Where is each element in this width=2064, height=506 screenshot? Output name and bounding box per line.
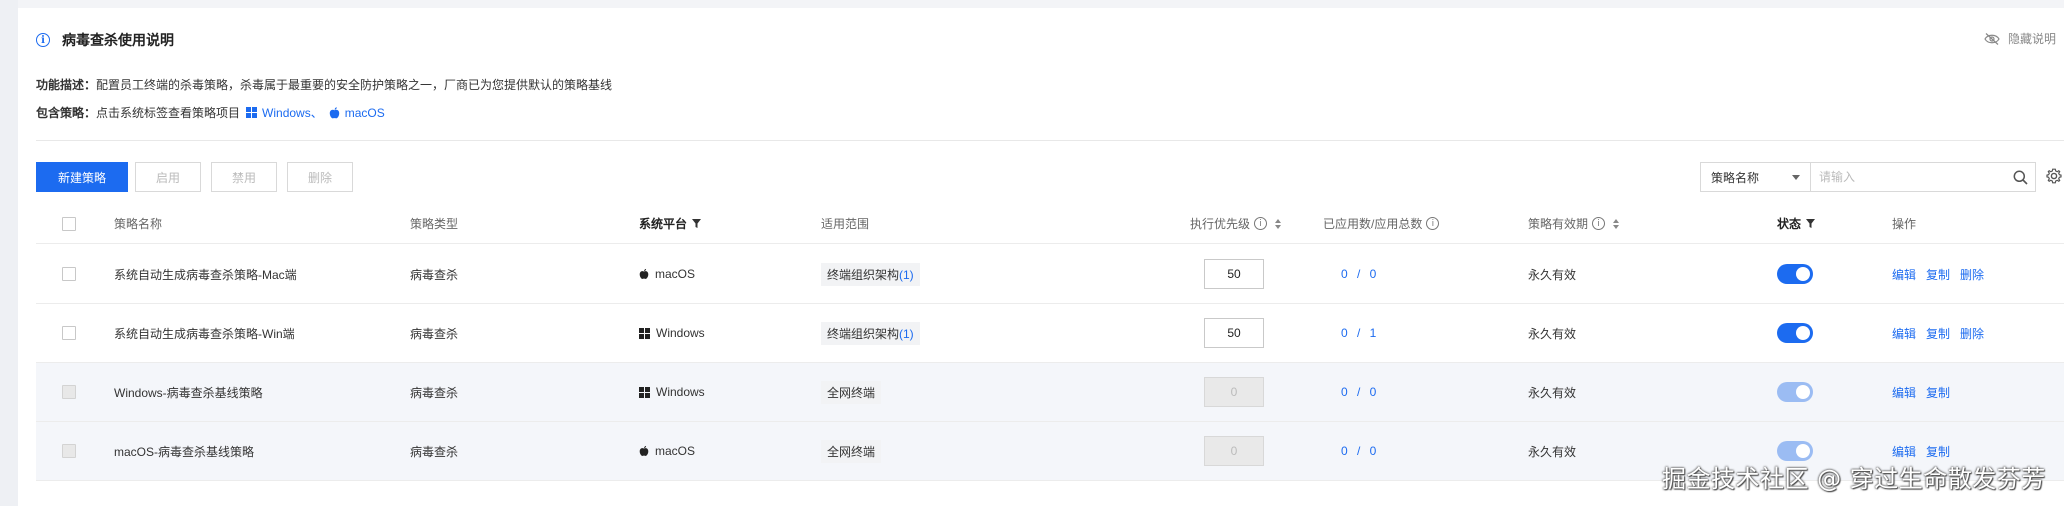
platform: Windows bbox=[639, 304, 705, 362]
search-box: 策略名称 bbox=[1700, 162, 2036, 192]
feature-description: 功能描述：配置员工终端的杀毒策略，杀毒属于最重要的安全防护策略之一，厂商已为您提… bbox=[36, 78, 613, 92]
status-toggle bbox=[1777, 382, 1813, 402]
table-row: 系统自动生成病毒查杀策略-Win端 病毒查杀 Windows 终端组织架构(1)… bbox=[36, 304, 2064, 363]
col-name: 策略名称 bbox=[114, 217, 163, 231]
validity: 永久有效 bbox=[1528, 444, 1577, 459]
eye-off-icon bbox=[1984, 32, 2000, 45]
col-priority[interactable]: 执行优先级 i bbox=[1190, 204, 1282, 243]
apple-icon bbox=[639, 268, 649, 279]
main-panel: i 病毒查杀使用说明 隐藏说明 功能描述：配置员工终端的杀毒策略，杀毒属于最重要… bbox=[18, 8, 2064, 506]
platform: macOS bbox=[639, 245, 695, 303]
instructions-header: i 病毒查杀使用说明 bbox=[36, 30, 174, 50]
edit-link[interactable]: 编辑 bbox=[1892, 443, 1916, 460]
col-validity[interactable]: 策略有效期 i bbox=[1528, 204, 1620, 243]
row-checkbox[interactable] bbox=[62, 267, 76, 281]
table-header: 策略名称 策略类型 系统平台 适用范围 执行优先级 i 已应用数/应用总数 i … bbox=[36, 204, 2064, 244]
copy-link[interactable]: 复制 bbox=[1926, 384, 1950, 401]
disable-button[interactable]: 禁用 bbox=[211, 162, 277, 192]
table-row: 系统自动生成病毒查杀策略-Mac端 病毒查杀 macOS 终端组织架构(1) 5… bbox=[36, 245, 2064, 304]
info-icon: i bbox=[36, 33, 50, 47]
row-checkbox bbox=[62, 385, 76, 399]
status-toggle[interactable] bbox=[1777, 264, 1813, 284]
priority-input: 0 bbox=[1204, 377, 1264, 407]
policy-name: 系统自动生成病毒查杀策略-Win端 bbox=[114, 326, 295, 341]
applied-count[interactable]: 0 / 0 bbox=[1341, 363, 1376, 421]
hide-instructions-label: 隐藏说明 bbox=[2007, 32, 2056, 46]
hide-instructions-button[interactable]: 隐藏说明 bbox=[1984, 30, 2056, 47]
applied-count[interactable]: 0 / 0 bbox=[1341, 245, 1376, 303]
scope-tag[interactable]: 终端组织架构(1) bbox=[821, 321, 920, 345]
scope-tag: 全网终端 bbox=[821, 380, 882, 404]
help-icon[interactable]: i bbox=[1254, 217, 1268, 230]
policy-name: Windows-病毒查杀基线策略 bbox=[114, 385, 263, 400]
windows-icon bbox=[639, 327, 650, 339]
edit-link[interactable]: 编辑 bbox=[1892, 325, 1916, 342]
windows-link[interactable]: Windows、 bbox=[240, 104, 323, 121]
left-strip bbox=[0, 0, 18, 506]
apple-icon bbox=[329, 106, 339, 118]
delete-link[interactable]: 删除 bbox=[1960, 325, 1984, 342]
help-icon[interactable]: i bbox=[1426, 217, 1440, 230]
priority-input[interactable]: 50 bbox=[1204, 259, 1264, 289]
edit-link[interactable]: 编辑 bbox=[1892, 384, 1916, 401]
col-type: 策略类型 bbox=[410, 217, 459, 231]
windows-icon bbox=[639, 386, 650, 398]
row-checkbox[interactable] bbox=[62, 326, 76, 340]
sort-icon[interactable] bbox=[1613, 218, 1620, 229]
policy-name: macOS-病毒查杀基线策略 bbox=[114, 444, 255, 459]
policy-type: 病毒查杀 bbox=[410, 267, 459, 282]
col-platform[interactable]: 系统平台 bbox=[639, 204, 702, 243]
scope-tag: 全网终端 bbox=[821, 439, 882, 463]
edit-link[interactable]: 编辑 bbox=[1892, 266, 1916, 283]
macos-link[interactable]: macOS bbox=[323, 106, 385, 120]
help-icon[interactable]: i bbox=[1592, 217, 1606, 230]
sort-icon[interactable] bbox=[1275, 218, 1282, 229]
col-status[interactable]: 状态 bbox=[1777, 204, 1816, 243]
status-toggle bbox=[1777, 441, 1813, 461]
applied-count[interactable]: 0 / 1 bbox=[1341, 304, 1376, 362]
validity: 永久有效 bbox=[1528, 326, 1577, 341]
col-scope: 适用范围 bbox=[821, 217, 870, 231]
chevron-down-icon bbox=[1792, 174, 1800, 180]
col-ops: 操作 bbox=[1892, 217, 1917, 231]
priority-input[interactable]: 50 bbox=[1204, 318, 1264, 348]
gear-icon[interactable] bbox=[2046, 168, 2062, 184]
policy-type: 病毒查杀 bbox=[410, 444, 459, 459]
filter-icon[interactable] bbox=[1806, 219, 1816, 228]
filter-icon[interactable] bbox=[692, 219, 702, 228]
table-row: Windows-病毒查杀基线策略 病毒查杀 Windows 全网终端 0 0 /… bbox=[36, 363, 2064, 422]
policy-type: 病毒查杀 bbox=[410, 326, 459, 341]
divider bbox=[36, 140, 2064, 141]
select-all-checkbox[interactable] bbox=[62, 216, 76, 231]
policy-type: 病毒查杀 bbox=[410, 385, 459, 400]
copy-link[interactable]: 复制 bbox=[1926, 443, 1950, 460]
search-icon[interactable] bbox=[2005, 170, 2035, 185]
delete-button[interactable]: 删除 bbox=[287, 162, 353, 192]
scope-tag[interactable]: 终端组织架构(1) bbox=[821, 262, 920, 286]
validity: 永久有效 bbox=[1528, 385, 1577, 400]
included-policies: 包含策略： 点击系统标签查看策略项目 Windows、 macOS bbox=[36, 104, 385, 121]
status-toggle[interactable] bbox=[1777, 323, 1813, 343]
search-field-select[interactable]: 策略名称 bbox=[1701, 163, 1811, 191]
applied-count[interactable]: 0 / 0 bbox=[1341, 422, 1376, 480]
row-checkbox bbox=[62, 444, 76, 458]
policy-name: 系统自动生成病毒查杀策略-Mac端 bbox=[114, 267, 297, 282]
priority-input: 0 bbox=[1204, 436, 1264, 466]
windows-icon bbox=[246, 107, 258, 118]
platform: macOS bbox=[639, 422, 695, 480]
new-policy-button[interactable]: 新建策略 bbox=[36, 162, 128, 192]
validity: 永久有效 bbox=[1528, 267, 1577, 282]
platform: Windows bbox=[639, 363, 705, 421]
copy-link[interactable]: 复制 bbox=[1926, 325, 1950, 342]
watermark: 掘金技术社区 @ 穿过生命散发芬芳 bbox=[1662, 465, 2046, 493]
apple-icon bbox=[639, 445, 649, 456]
search-input[interactable] bbox=[1811, 163, 2005, 191]
copy-link[interactable]: 复制 bbox=[1926, 266, 1950, 283]
col-applied: 已应用数/应用总数 i bbox=[1323, 204, 1440, 243]
page-title: 病毒查杀使用说明 bbox=[62, 32, 174, 48]
enable-button[interactable]: 启用 bbox=[135, 162, 201, 192]
delete-link[interactable]: 删除 bbox=[1960, 266, 1984, 283]
